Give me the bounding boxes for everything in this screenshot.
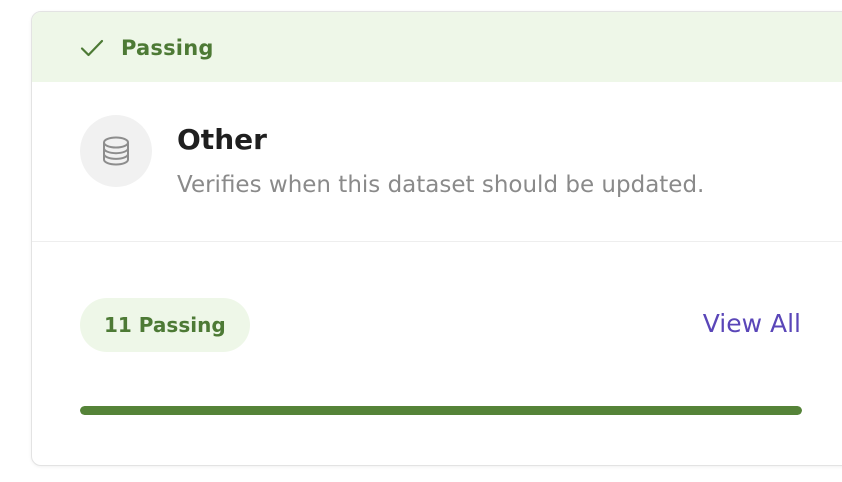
dataset-icon-container	[80, 115, 152, 187]
divider	[32, 241, 842, 242]
progress-bar-fill	[80, 406, 802, 415]
passing-count-badge: 11 Passing	[80, 298, 250, 352]
view-all-link[interactable]: View All	[703, 307, 801, 341]
check-description: Verifies when this dataset should be upd…	[177, 172, 705, 198]
check-card: Passing Other Verifies when this dataset…	[31, 11, 842, 466]
check-title: Other	[177, 123, 267, 156]
check-icon	[80, 36, 104, 60]
status-banner: Passing	[32, 12, 842, 82]
status-label: Passing	[121, 36, 214, 60]
progress-bar	[80, 406, 802, 415]
